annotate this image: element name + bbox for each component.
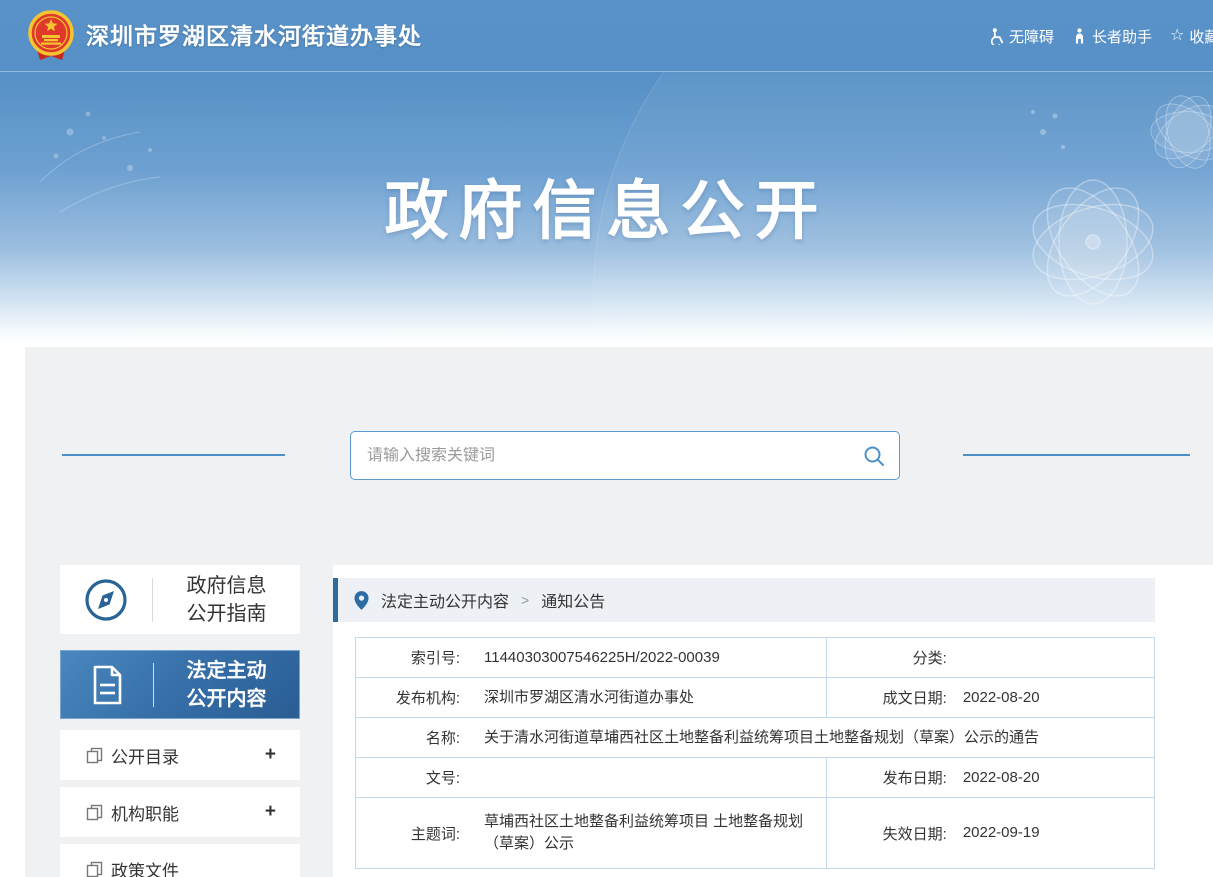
elder-assistant-link[interactable]: 长者助手	[1072, 26, 1152, 47]
sidebar-item-guide[interactable]: 政府信息 公开指南	[60, 565, 300, 634]
accessibility-link[interactable]: 无障碍	[988, 26, 1054, 47]
sidebar-item-label: 机构职能	[111, 804, 179, 824]
sidebar-item-label: 政策文件	[111, 861, 179, 877]
header-links: 无障碍 长者助手 ☆ 收藏	[988, 0, 1213, 72]
sidebar-item-policy-documents[interactable]: 政策文件	[60, 844, 300, 877]
sidebar-item-functions[interactable]: 机构职能 +	[60, 787, 300, 837]
expand-plus-icon[interactable]: +	[265, 801, 276, 823]
search-box	[350, 431, 900, 480]
sidebar-item-label: 公开目录	[111, 747, 179, 767]
pages-icon	[86, 804, 103, 821]
field-label: 成文日期:	[882, 690, 947, 707]
table-row: 主题词: 草埔西社区土地整备利益统筹项目 土地整备规划（草案）公示 失效日期: …	[356, 798, 1154, 868]
field-value	[963, 652, 973, 664]
star-icon: ☆	[1170, 27, 1185, 44]
breadcrumb: 法定主动公开内容 > 通知公告	[333, 578, 1155, 622]
field-label: 索引号:	[410, 650, 460, 667]
site-header: 深圳市罗湖区清水河街道办事处 无障碍 长者助手 ☆ 收藏	[0, 0, 1213, 72]
page-title: 政府信息公开	[384, 175, 829, 247]
field-label: 分类:	[912, 650, 947, 667]
table-row: 文号: 发布日期: 2022-08-20	[356, 758, 1154, 798]
field-label: 名称:	[425, 730, 460, 747]
location-pin-icon	[354, 590, 369, 610]
field-label: 发布机构:	[395, 690, 460, 707]
banner: 政府信息公开	[0, 72, 1213, 347]
field-label: 文号:	[425, 770, 460, 787]
field-label: 发布日期:	[882, 770, 947, 787]
field-label: 失效日期:	[882, 825, 947, 843]
breadcrumb-parent[interactable]: 法定主动公开内容	[381, 588, 509, 612]
compass-icon	[60, 577, 152, 623]
national-emblem-logo	[26, 10, 76, 62]
divider	[62, 454, 285, 456]
field-label: 主题词:	[410, 825, 460, 843]
field-value: 关于清水河街道草埔西社区土地整备利益统筹项目土地整备规划（草案）公示的通告	[484, 728, 1040, 746]
pages-icon	[86, 747, 103, 764]
sidebar-item-label: 法定主动 公开内容	[186, 659, 267, 710]
breadcrumb-separator: >	[521, 592, 530, 608]
field-value: 2022-08-20	[962, 768, 1040, 786]
field-value: 2022-08-20	[962, 688, 1040, 706]
field-value: 11440303007546225H/2022-00039	[484, 648, 720, 666]
field-value	[484, 772, 494, 784]
search-button[interactable]	[849, 432, 899, 479]
sidebar-item-statutory-disclosure[interactable]: 法定主动 公开内容	[60, 650, 300, 719]
elder-icon	[1075, 28, 1084, 44]
search-input[interactable]	[351, 446, 849, 465]
field-value: 草埔西社区土地整备利益统筹项目 土地整备规划（草案）公示	[484, 813, 804, 852]
main-panel: 法定主动公开内容 > 通知公告 索引号: 11440303007546225H/…	[333, 565, 1213, 877]
breadcrumb-current[interactable]: 通知公告	[541, 588, 605, 612]
divider	[963, 454, 1190, 456]
document-meta-table: 索引号: 11440303007546225H/2022-00039 分类: 发…	[355, 637, 1155, 869]
site-title: 深圳市罗湖区清水河街道办事处	[86, 23, 422, 49]
field-value: 深圳市罗湖区清水河街道办事处	[484, 688, 695, 706]
expand-plus-icon[interactable]: +	[265, 744, 276, 766]
page: 政府信息公开 法定主动公开内容 > 通知公告 索引号: 114403030075…	[0, 0, 1213, 877]
pages-icon	[86, 861, 103, 877]
favorite-link[interactable]: ☆ 收藏	[1170, 26, 1213, 47]
table-row: 名称: 关于清水河街道草埔西社区土地整备利益统筹项目土地整备规划（草案）公示的通…	[356, 718, 1154, 758]
table-row: 索引号: 11440303007546225H/2022-00039 分类:	[356, 638, 1154, 678]
document-icon	[61, 662, 153, 708]
search-icon	[864, 446, 884, 466]
sidebar-item-catalog[interactable]: 公开目录 +	[60, 730, 300, 780]
wheelchair-icon	[991, 27, 1004, 45]
sidebar-item-label: 政府信息 公开指南	[186, 574, 267, 625]
field-value: 2022-09-19	[962, 824, 1040, 841]
table-row: 发布机构: 深圳市罗湖区清水河街道办事处 成文日期: 2022-08-20	[356, 678, 1154, 718]
